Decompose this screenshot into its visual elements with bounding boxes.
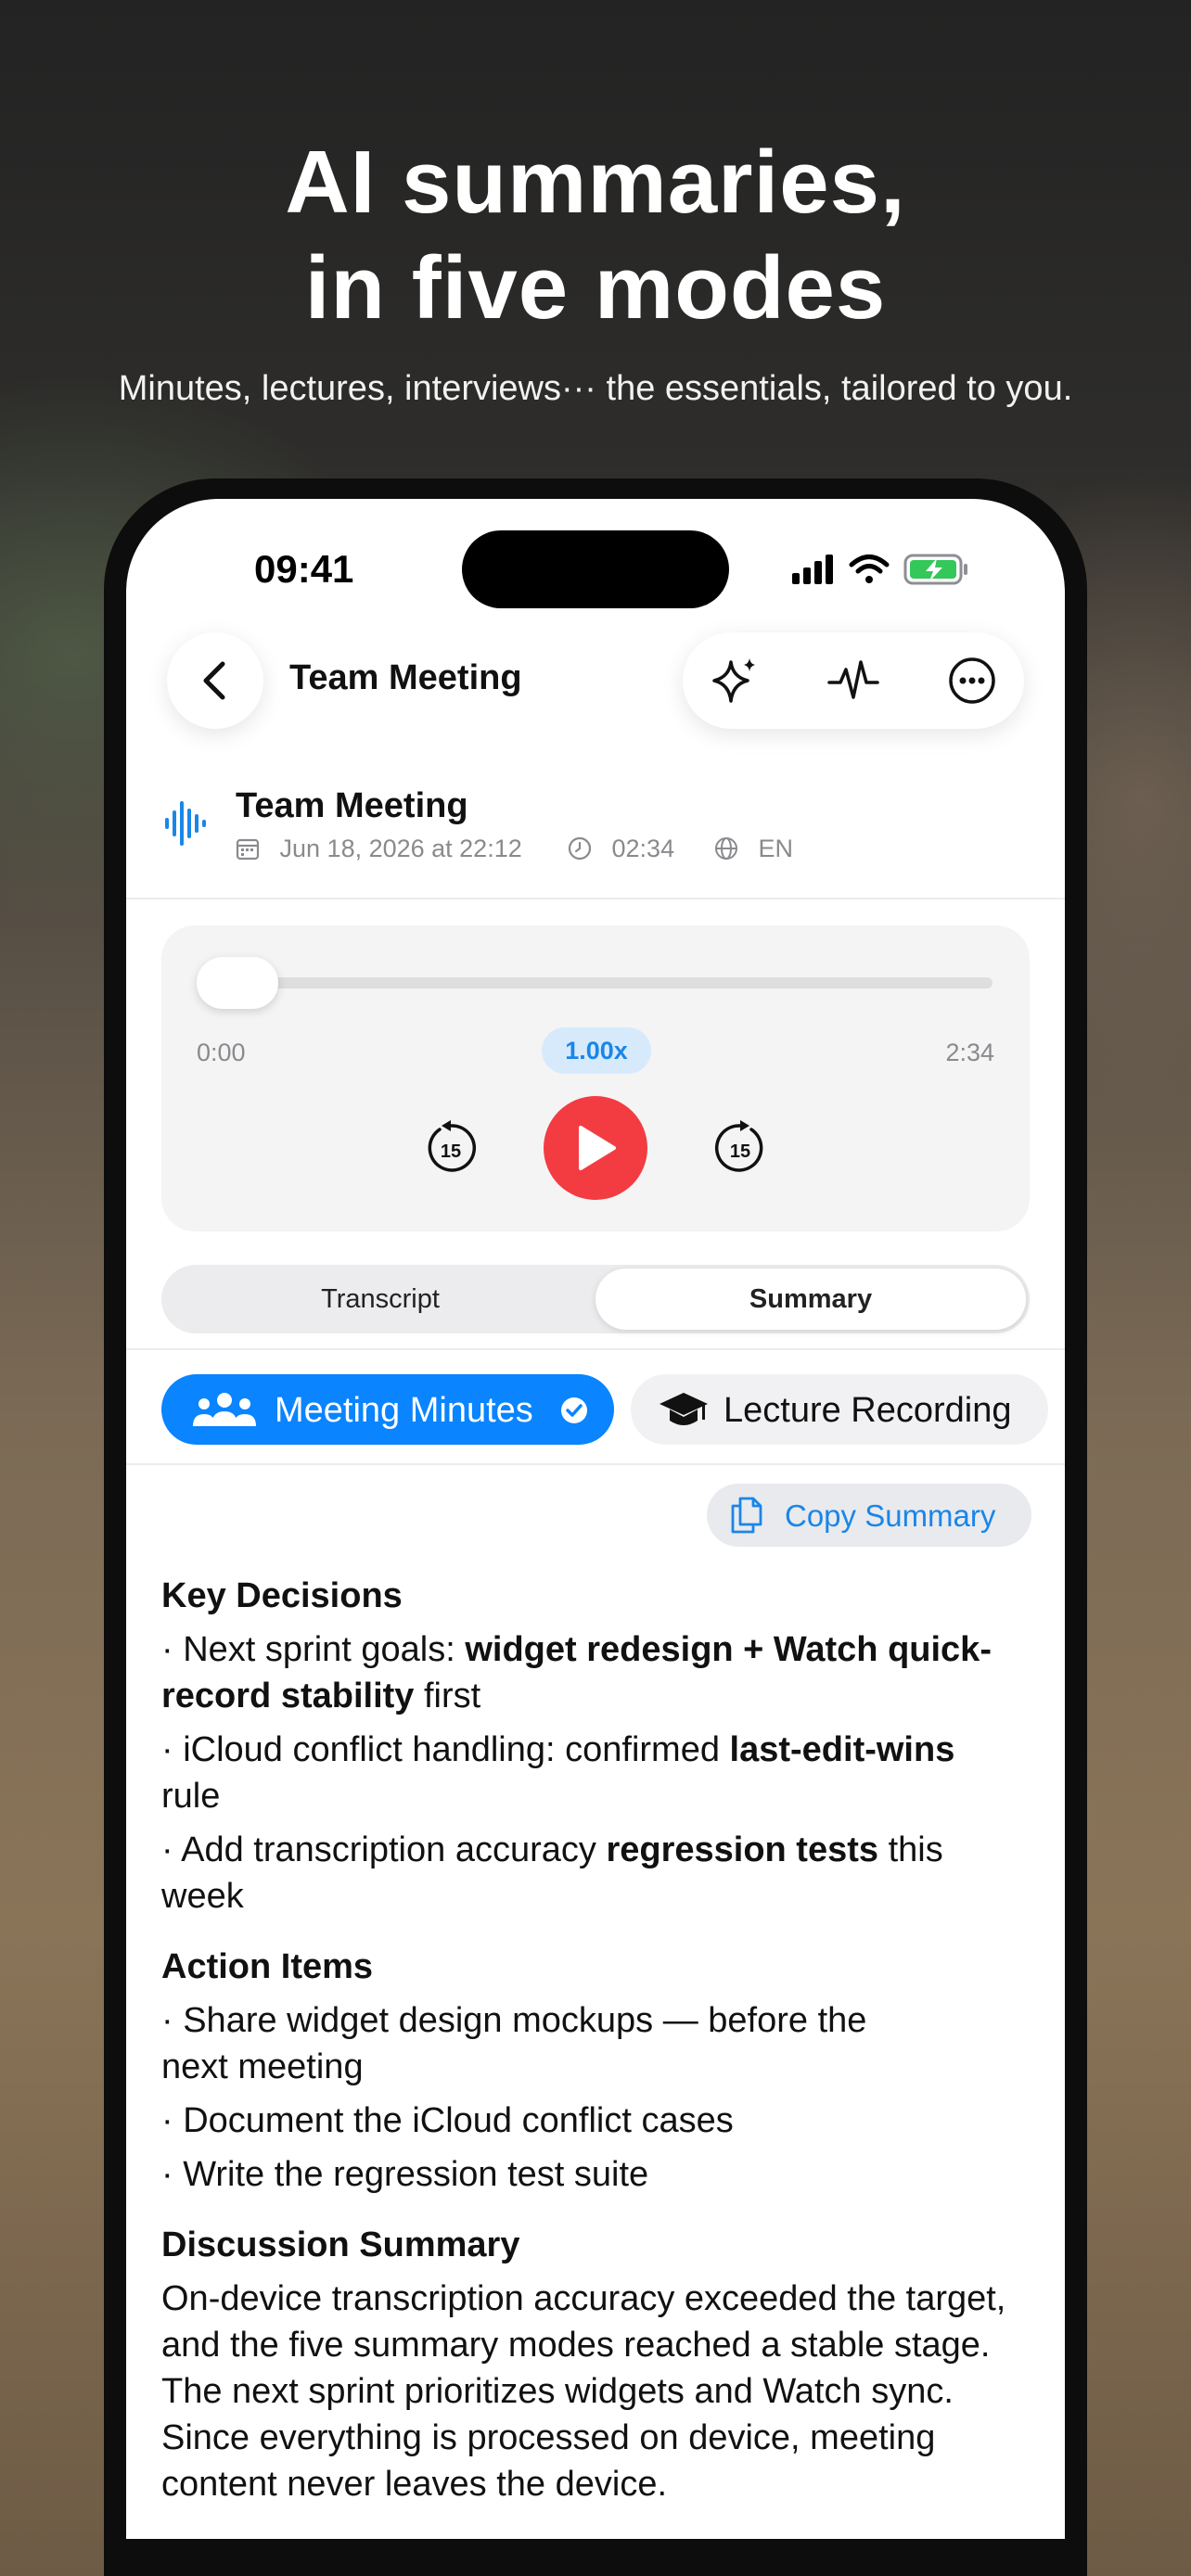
- key-decision-item: · Next sprint goals: widget redesign + W…: [161, 1626, 1030, 1719]
- sparkles-button[interactable]: [709, 655, 761, 707]
- copy-summary-label: Copy Summary: [785, 1498, 996, 1533]
- skip-back-label: 15: [441, 1141, 461, 1162]
- battery-charging-icon: [903, 554, 967, 585]
- skip-forward-button[interactable]: 15: [712, 1120, 768, 1176]
- hero-headline: AI summaries, in five modes: [0, 130, 1191, 341]
- text: · Next sprint goals:: [161, 1630, 466, 1669]
- divider: [126, 1348, 1065, 1350]
- wifi-icon: [849, 555, 890, 583]
- globe-icon: [715, 837, 737, 860]
- section-heading-key-decisions: Key Decisions: [161, 1576, 403, 1615]
- graduation-cap-icon: [660, 1393, 708, 1425]
- hero-subtitle: Minutes, lectures, interviews··· the ess…: [118, 369, 1073, 408]
- play-button[interactable]: [544, 1096, 647, 1200]
- more-button[interactable]: [946, 655, 998, 707]
- recording-duration-text: 02:34: [611, 835, 675, 862]
- mode-chip-lecture-recording[interactable]: Lecture Recording: [631, 1374, 1048, 1445]
- waveform-icon: [827, 660, 879, 699]
- skip-back-button[interactable]: 15: [423, 1120, 479, 1176]
- progress-track[interactable]: [197, 977, 992, 988]
- summary-content: Key Decisions · Next sprint goals: widge…: [161, 1573, 1030, 2515]
- sparkles-icon: [712, 658, 755, 703]
- recording-date: Jun 18, 2026 at 22:12: [236, 835, 522, 863]
- dynamic-island: [462, 530, 729, 608]
- skip-back-15-icon: 15: [428, 1120, 477, 1172]
- copy-icon: [731, 1497, 762, 1534]
- total-time: 2:34: [945, 1039, 994, 1066]
- audio-waveform-icon: [163, 797, 208, 854]
- text: · Add transcription accuracy: [161, 1830, 607, 1869]
- text: rule: [161, 1777, 221, 1816]
- phone-screen: 09:41 Team Meeting Team Meeting Jun 18, …: [126, 499, 1065, 2539]
- action-item: · Write the regression test suite: [161, 2155, 649, 2194]
- status-icons: [790, 551, 1031, 588]
- mode-chip-meeting-minutes[interactable]: Meeting Minutes: [161, 1374, 614, 1445]
- progress-knob[interactable]: [197, 957, 278, 1009]
- key-decision-item: · Add transcription accuracy regression …: [161, 1827, 959, 1919]
- recording-language-text: EN: [758, 835, 794, 862]
- current-time: 0:00: [197, 1039, 246, 1066]
- section-heading-action-items: Action Items: [161, 1947, 374, 1986]
- audio-player: 0:00 1.00x 2:34 15 15: [161, 925, 1030, 1231]
- waveform-button[interactable]: [827, 655, 879, 707]
- divider: [126, 1463, 1065, 1465]
- chevron-left-icon: [203, 661, 225, 700]
- section-heading-discussion-summary: Discussion Summary: [161, 2225, 520, 2264]
- calendar-icon: [236, 838, 260, 861]
- back-button[interactable]: [167, 632, 263, 729]
- play-icon: [579, 1126, 616, 1170]
- action-item: · Share widget design mockups — before t…: [161, 2001, 867, 2086]
- tab-summary[interactable]: Summary: [596, 1269, 1026, 1330]
- headline-line-1: AI summaries,: [285, 133, 906, 232]
- recording-duration: 02:34: [568, 835, 674, 863]
- nav-title: Team Meeting: [289, 658, 522, 697]
- discussion-text: On-device transcription accuracy exceede…: [161, 2279, 1006, 2504]
- clock-icon: [568, 836, 592, 861]
- nav-actions: [683, 632, 1024, 729]
- recording-date-text: Jun 18, 2026 at 22:12: [279, 835, 522, 862]
- status-time: 09:41: [254, 547, 354, 591]
- mode-chip-label: Meeting Minutes: [275, 1391, 533, 1430]
- key-decision-item: · iCloud conflict handling: confirmed la…: [161, 1727, 959, 1819]
- headline-line-2: in five modes: [304, 238, 887, 338]
- more-icon: [949, 657, 995, 704]
- bold-text: regression tests: [606, 1830, 879, 1869]
- recording-title: Team Meeting: [236, 786, 468, 825]
- playback-speed-button[interactable]: 1.00x: [542, 1027, 651, 1074]
- cellular-signal-icon: [792, 555, 833, 584]
- recording-language: EN: [714, 835, 793, 863]
- divider: [126, 898, 1065, 899]
- view-segmented-control: Transcript Summary: [161, 1265, 1030, 1333]
- text: first: [414, 1677, 481, 1715]
- checkmark-circle-icon: [561, 1397, 587, 1423]
- skip-forward-label: 15: [730, 1141, 750, 1162]
- bold-text: last-edit-wins: [729, 1730, 955, 1769]
- people-icon: [193, 1393, 256, 1426]
- action-item: · Document the iCloud conflict cases: [161, 2101, 734, 2140]
- tab-transcript[interactable]: Transcript: [165, 1269, 596, 1330]
- copy-summary-button[interactable]: Copy Summary: [707, 1484, 1031, 1547]
- skip-forward-15-icon: 15: [714, 1120, 763, 1172]
- text: · iCloud conflict handling: confirmed: [161, 1730, 730, 1769]
- mode-chip-label: Lecture Recording: [724, 1391, 1012, 1430]
